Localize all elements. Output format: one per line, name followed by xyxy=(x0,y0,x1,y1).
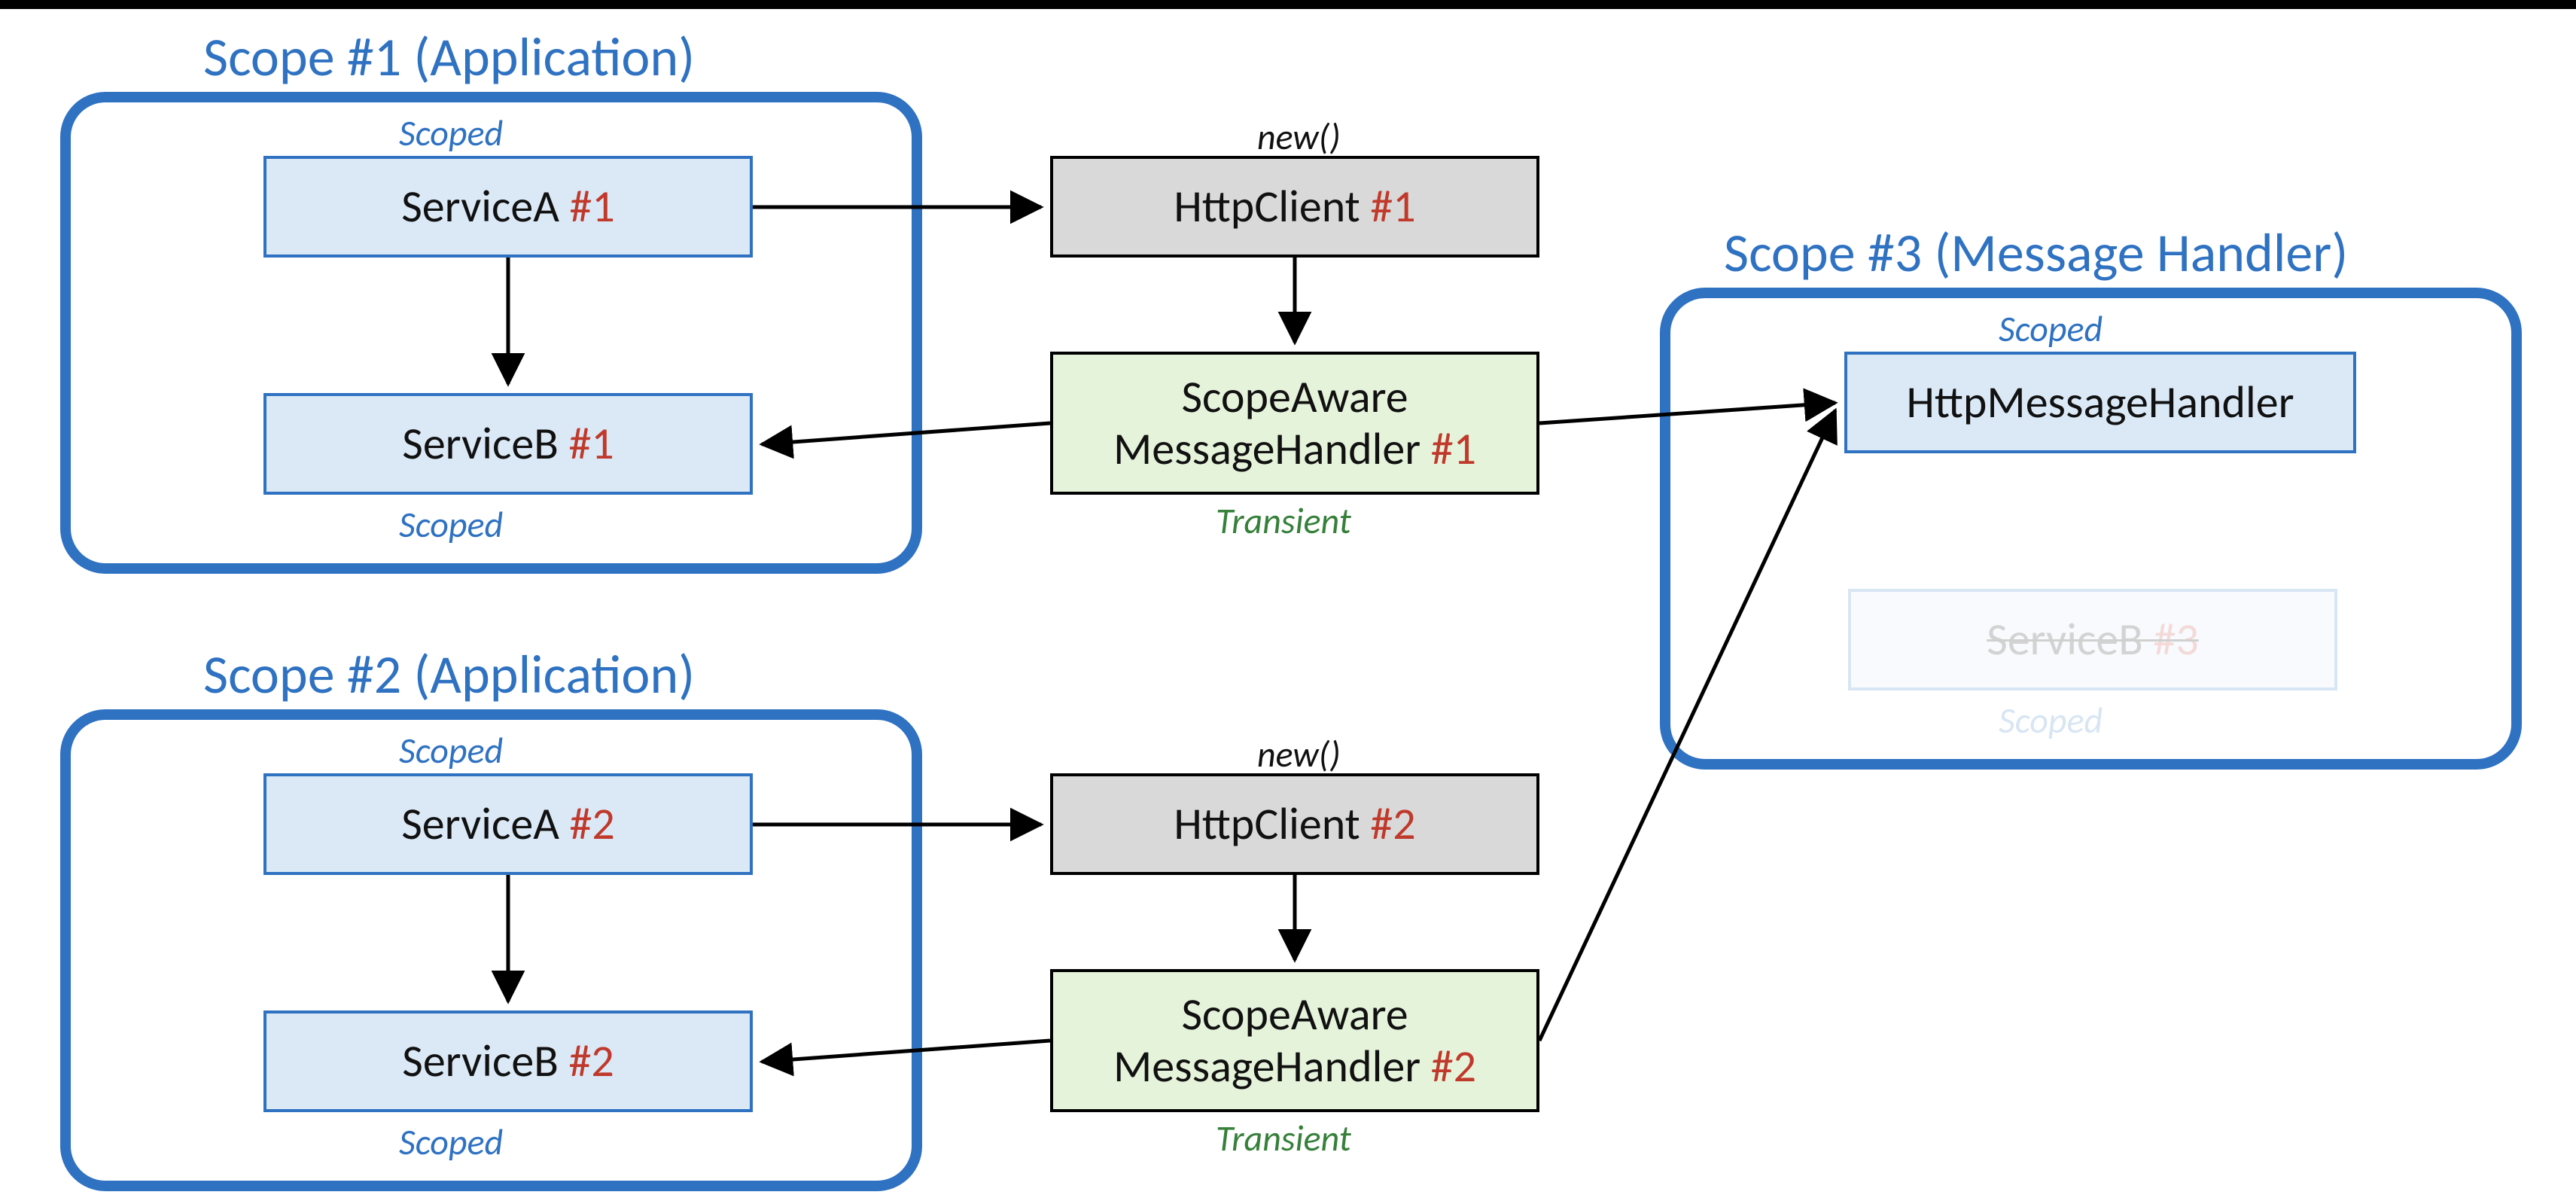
new-tag: new() xyxy=(1257,114,1341,159)
scoped-tag: Scoped xyxy=(399,111,503,155)
scoped-tag: Scoped xyxy=(399,1120,503,1164)
http-message-handler: HttpMessageHandler xyxy=(1844,352,2356,453)
service-b-3-faded: ServiceB #3 xyxy=(1848,589,2337,690)
scope-aware-handler-1: ScopeAwareMessageHandler #1 xyxy=(1050,352,1539,495)
scope-2-title: Scope #2 (Application) xyxy=(203,642,695,708)
transient-tag: Transient xyxy=(1216,498,1351,543)
service-a-2: ServiceA #2 xyxy=(263,773,753,875)
scope-aware-handler-2: ScopeAwareMessageHandler #2 xyxy=(1050,969,1539,1112)
scope-3-title: Scope #3 (Message Handler) xyxy=(1724,220,2348,286)
scoped-tag: Scoped xyxy=(1999,306,2103,351)
new-tag: new() xyxy=(1257,732,1341,776)
scope-1-title: Scope #1 (Application) xyxy=(203,24,695,90)
service-a-1: ServiceA #1 xyxy=(263,156,753,258)
http-client-2: HttpClient #2 xyxy=(1050,773,1539,875)
scoped-tag: Scoped xyxy=(399,728,503,773)
scoped-tag-faded: Scoped xyxy=(1999,698,2103,742)
scoped-tag: Scoped xyxy=(399,502,503,547)
service-b-2: ServiceB #2 xyxy=(263,1010,753,1112)
transient-tag: Transient xyxy=(1216,1116,1351,1160)
service-b-1: ServiceB #1 xyxy=(263,393,753,495)
http-client-1: HttpClient #1 xyxy=(1050,156,1539,258)
